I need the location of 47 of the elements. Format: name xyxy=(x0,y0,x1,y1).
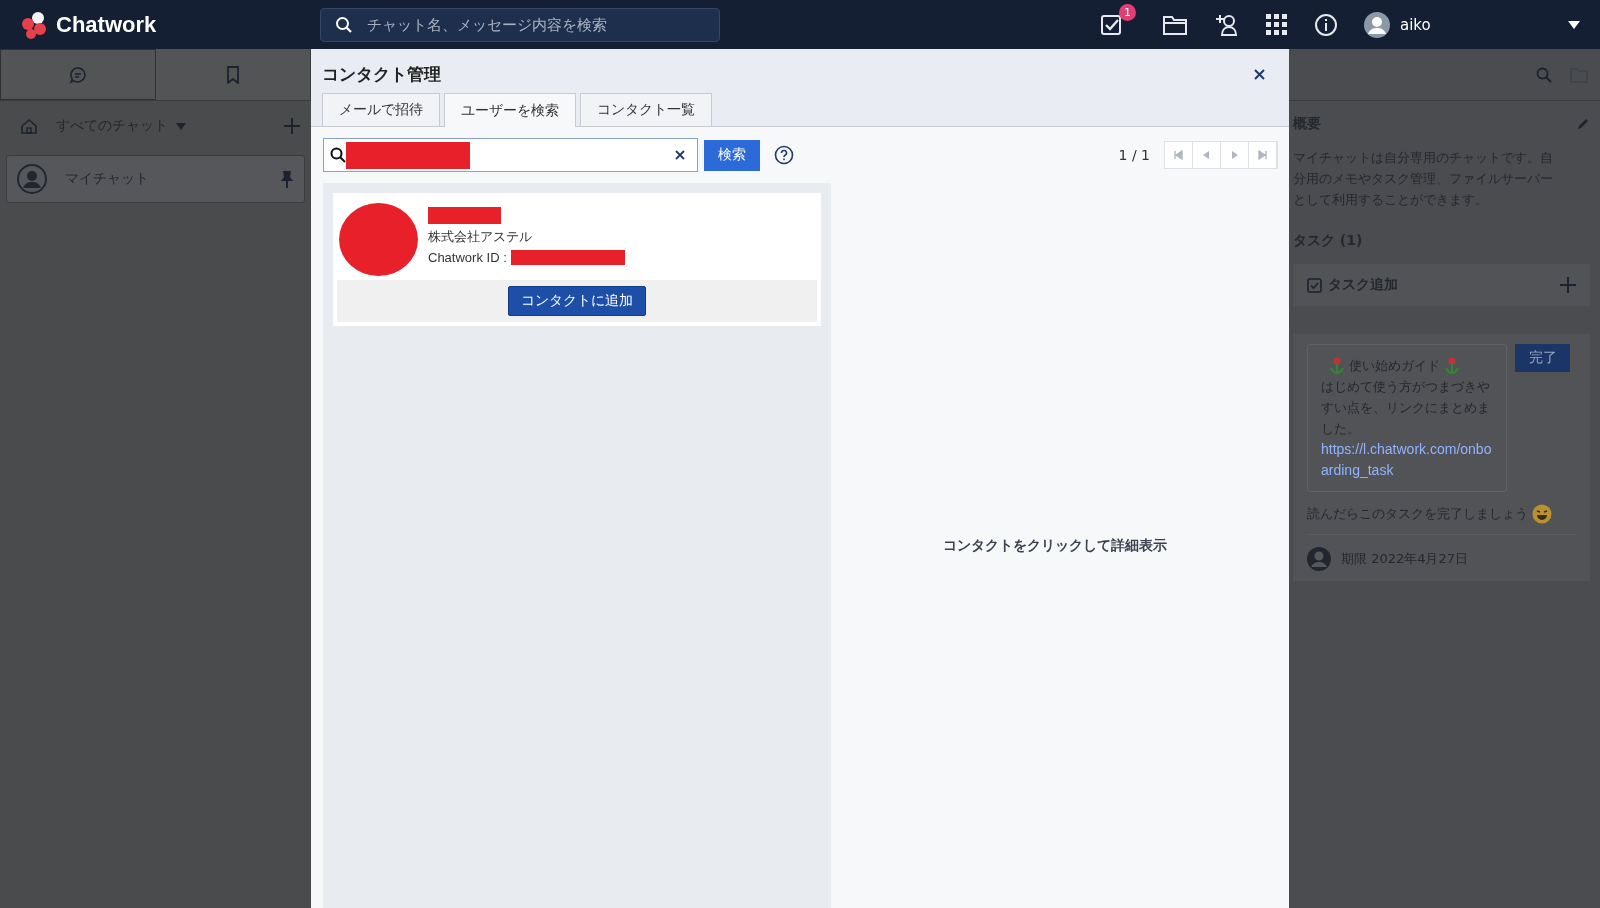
search-bar[interactable]: チャット名、メッセージ内容を検索 xyxy=(320,7,720,42)
dialog-tab[interactable]: ユーザーを検索 xyxy=(444,93,576,127)
plus-icon[interactable] xyxy=(283,117,301,135)
plus-icon xyxy=(1560,277,1576,293)
id-label: Chatwork ID : xyxy=(428,250,507,265)
clear-icon[interactable] xyxy=(675,150,685,160)
laughing-face-icon xyxy=(1532,504,1552,524)
search-field[interactable]: チャット名、メッセージ内容を検索 xyxy=(365,14,705,35)
pencil-icon[interactable] xyxy=(1576,117,1590,131)
dialog-tab[interactable]: メールで招待 xyxy=(322,93,440,126)
info-icon[interactable] xyxy=(1314,12,1338,37)
search-button[interactable]: 検索 xyxy=(704,139,760,171)
user-menu[interactable]: aiko xyxy=(1364,11,1534,38)
home-icon[interactable] xyxy=(20,117,38,135)
flower-icon xyxy=(1329,356,1345,375)
caret-icon[interactable] xyxy=(1568,20,1580,29)
avatar-icon xyxy=(1307,547,1331,571)
contact-card[interactable]: 株式会社アステル Chatwork ID : コンタクトに追加 xyxy=(333,193,821,326)
checkbox-icon xyxy=(1100,12,1124,37)
bookmark-tab[interactable] xyxy=(156,49,311,100)
dialog-tab[interactable]: コンタクト一覧 xyxy=(580,93,712,126)
task-button[interactable]: 1 xyxy=(1100,3,1136,37)
add-contact-button[interactable]: コンタクトに追加 xyxy=(508,286,646,316)
close-icon[interactable] xyxy=(1254,68,1265,80)
avatar-icon xyxy=(1364,11,1390,38)
caret-icon xyxy=(176,122,186,130)
company-name: 株式会社アステル xyxy=(428,228,533,246)
chat-tab[interactable] xyxy=(0,49,156,100)
notification-badge: 1 xyxy=(1119,3,1136,21)
user-search-field[interactable] xyxy=(323,138,698,172)
bookmark-icon xyxy=(226,65,240,84)
app-name: Chatwork xyxy=(56,11,157,38)
help-icon[interactable] xyxy=(774,145,794,165)
complete-button[interactable]: 完了 xyxy=(1515,344,1570,372)
onboarding-link[interactable]: https://l.chatwork.com/onboarding_task xyxy=(1321,439,1493,481)
apps-grid-icon[interactable] xyxy=(1266,13,1288,36)
chat-bubble-icon xyxy=(69,65,87,84)
search-icon xyxy=(330,147,346,163)
search-icon[interactable] xyxy=(1536,66,1552,83)
detail-hint: コンタクトをクリックして詳細表示 xyxy=(942,536,1167,555)
avatar-icon xyxy=(17,164,47,194)
flower-icon xyxy=(1444,356,1460,375)
checkbox-icon xyxy=(1307,277,1322,293)
pin-icon[interactable] xyxy=(280,170,294,188)
search-icon xyxy=(335,15,353,34)
page-indicator: 1 / 1 xyxy=(1118,147,1150,163)
dialog-title: コンタクト管理 xyxy=(322,62,441,86)
